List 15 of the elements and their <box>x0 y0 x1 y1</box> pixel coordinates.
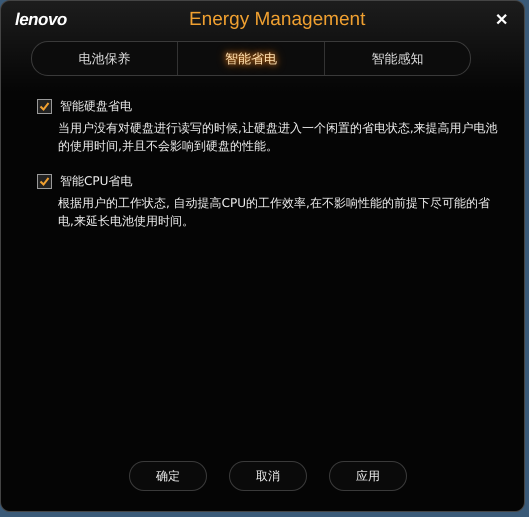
tab[interactable]: 智能感知 <box>324 42 470 75</box>
dialog-button[interactable]: 确定 <box>129 461 207 491</box>
option-description: 根据用户的工作状态, 自动提高CPU的工作效率,在不影响性能的前提下尽可能的省电,来延长电池使用时间。 <box>57 195 491 230</box>
close-button[interactable]: ✕ <box>491 10 512 30</box>
option-label: 智能硬盘省电 <box>60 98 132 115</box>
option-description: 当用户没有对硬盘进行读写的时候,让硬盘进入一个闲置的省电状态,来提高用户电池的使用时间,并且不会影响到硬盘的性能。 <box>57 120 498 155</box>
tab[interactable]: 电池保养 <box>32 42 178 75</box>
window-title: Energy Management <box>188 9 366 31</box>
tab[interactable]: 智能省电 <box>177 42 324 75</box>
logo: lenovo <box>15 10 68 30</box>
option-label: 智能CPU省电 <box>60 173 132 190</box>
dialog-button[interactable]: 应用 <box>329 461 407 491</box>
checkbox[interactable] <box>37 99 52 114</box>
checkbox[interactable] <box>37 174 52 189</box>
dialog-button[interactable]: 取消 <box>229 461 307 491</box>
